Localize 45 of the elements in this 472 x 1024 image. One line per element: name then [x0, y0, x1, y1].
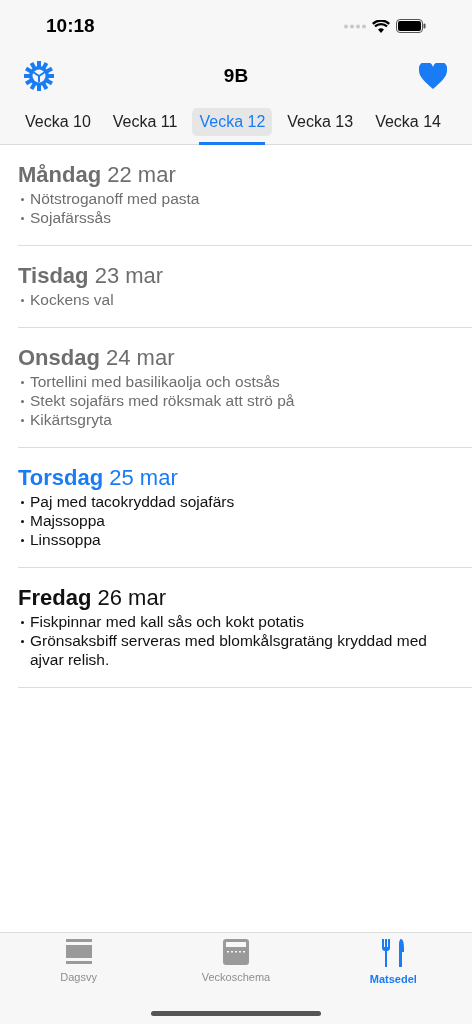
favorite-button[interactable] [418, 61, 448, 91]
wifi-icon [372, 19, 390, 33]
fork-knife-icon [381, 939, 406, 967]
bullet-icon [21, 419, 24, 422]
week-tab[interactable]: Vecka 10 [18, 108, 98, 136]
dish-text: Tortellini med basilikaolja och ostsås [30, 372, 280, 391]
header-title: 9B [223, 63, 249, 88]
selected-underline [199, 142, 266, 145]
day-heading: Fredag 26 mar [18, 584, 167, 612]
day-heading: Måndag 22 mar [18, 161, 177, 189]
settings-icon [24, 61, 54, 91]
week-tab[interactable]: Vecka 13 [280, 108, 361, 136]
bullet-icon [21, 217, 24, 220]
day-heading: Tisdag 23 mar [18, 262, 165, 290]
bullet-icon [21, 381, 24, 384]
week-tab[interactable]: Vecka 14 [368, 108, 448, 136]
day-heading: Onsdag 24 mar [18, 344, 176, 372]
dish-text: Majssoppa [30, 511, 105, 530]
bullet-icon [21, 198, 24, 201]
status-time: 10:18 [46, 13, 95, 38]
settings-button[interactable] [24, 61, 54, 91]
day-heading: Torsdag 25 mar [18, 464, 179, 492]
dish-text: Kikärtsgryta [30, 410, 112, 429]
rows-icon [65, 939, 92, 965]
heart-icon [419, 63, 447, 89]
dish-text: Paj med tacokryddad sojafärs [30, 492, 235, 511]
dish-text: Linssoppa [30, 530, 101, 549]
bullet-icon [21, 640, 24, 643]
dish-text: Stekt sojafärs med röksmak att strö på [30, 391, 295, 410]
dish-text: Nötstroganoff med pasta [30, 189, 200, 208]
bullet-icon [21, 501, 24, 504]
battery-icon [396, 19, 426, 33]
calendar-icon [223, 939, 249, 965]
bullet-icon [21, 520, 24, 523]
bullet-icon [21, 621, 24, 624]
tab-bar-item[interactable]: Matsedel [328, 939, 459, 988]
bullet-icon [21, 400, 24, 403]
bullet-icon [21, 299, 24, 302]
dish-text: Grönsaksbiff serveras med blomkålsgratäng kryddad med ajvar relish. [30, 631, 428, 669]
cellular-signal-icon [344, 23, 366, 29]
bullet-icon [21, 539, 24, 542]
dish-text: Sojafärssås [30, 208, 111, 227]
week-tab[interactable]: Vecka 11 [105, 108, 185, 136]
dish-text: Kockens val [30, 290, 114, 309]
dish-text: Fiskpinnar med kall sås och kokt potatis [30, 612, 304, 631]
